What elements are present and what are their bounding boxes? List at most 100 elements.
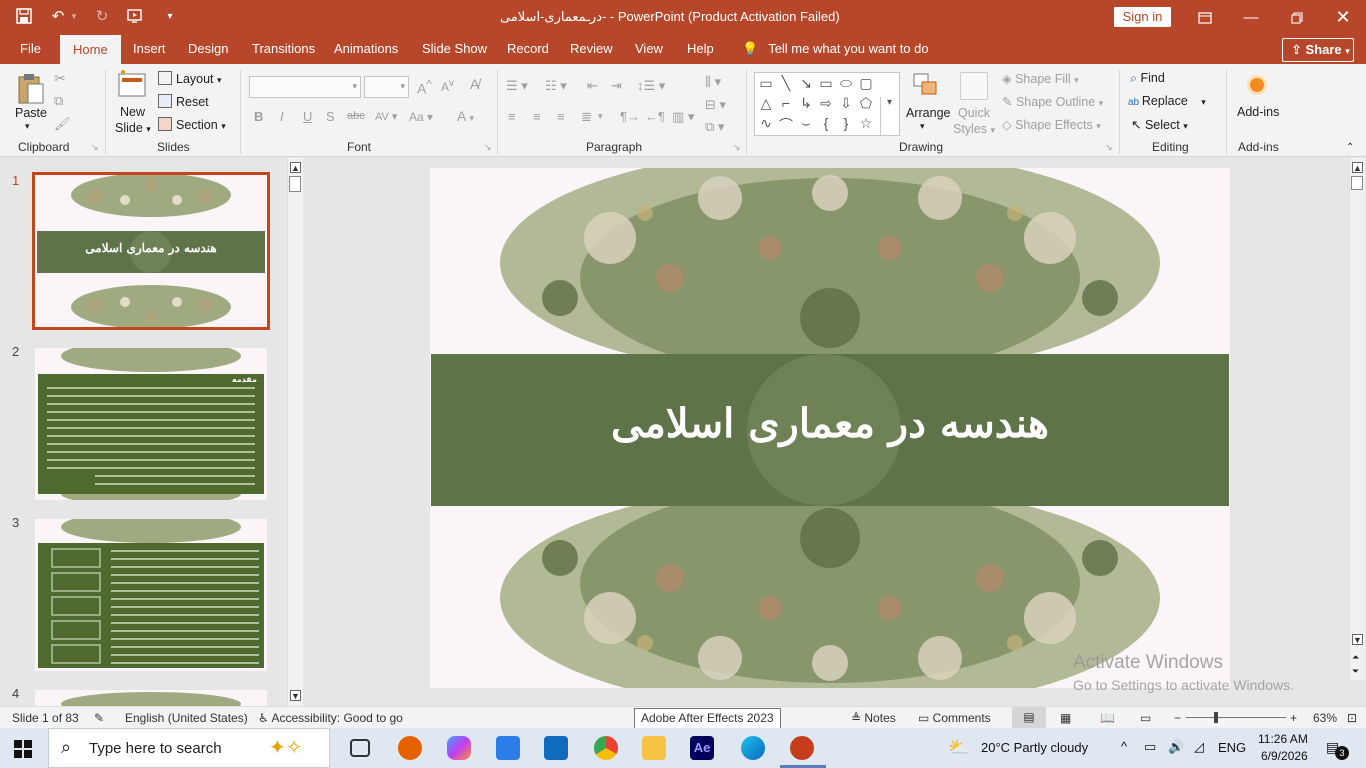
curve-shape-icon[interactable]: ⌣	[797, 115, 815, 132]
slide-show-view-icon[interactable]: ▭	[1140, 711, 1151, 725]
tab-slide-show[interactable]: Slide Show	[422, 41, 487, 56]
scroll-down-arrow-icon[interactable]: ▼	[1352, 634, 1363, 645]
powerpoint-icon[interactable]	[790, 736, 814, 760]
accessibility-status[interactable]: ♿ Accessibility: Good to go	[258, 711, 403, 725]
chrome-icon[interactable]	[594, 736, 618, 760]
battery-icon[interactable]: ▭	[1144, 739, 1156, 755]
slide-thumbnail-3[interactable]	[35, 519, 267, 671]
customize-qat-icon[interactable]: ▾	[160, 6, 180, 26]
arrow-line-shape-icon[interactable]: ↘	[797, 75, 815, 92]
justify-icon[interactable]: ≣	[581, 109, 592, 125]
tab-file[interactable]: File	[20, 41, 41, 56]
right-arrow-shape-icon[interactable]: ⇨	[817, 95, 835, 112]
font-size-combo[interactable]: ▾	[364, 76, 409, 98]
clock-time[interactable]: 11:26 AM	[1258, 732, 1308, 746]
slide-sorter-icon[interactable]: ▦	[1060, 711, 1071, 725]
text-direction-icon[interactable]: ⫼ ▾	[705, 74, 721, 90]
scroll-down-arrow-icon[interactable]: ▼	[290, 690, 301, 701]
rtl-icon[interactable]: ←¶	[645, 109, 665, 124]
reset-button[interactable]: Reset	[158, 94, 209, 109]
line-spacing-icon[interactable]: ↕☰ ▾	[637, 78, 665, 94]
task-view-icon[interactable]	[350, 739, 370, 757]
share-button[interactable]: ⇪ Share ▾	[1282, 38, 1354, 62]
zoom-out-icon[interactable]: −	[1174, 711, 1181, 725]
close-icon[interactable]: ✕	[1320, 0, 1366, 35]
textbox-shape-icon[interactable]: ▭	[757, 75, 775, 92]
current-slide[interactable]: هندسه در معماری اسلامی	[430, 168, 1230, 688]
spelling-icon[interactable]: ✎	[94, 711, 104, 725]
bullets-icon[interactable]: ☰ ▾	[506, 78, 528, 94]
firefox-icon[interactable]	[398, 736, 422, 760]
freeform-shape-icon[interactable]: ⬠	[857, 95, 875, 112]
tab-help[interactable]: Help	[687, 41, 714, 56]
tab-record[interactable]: Record	[507, 41, 549, 56]
input-language[interactable]: ENG	[1218, 740, 1246, 755]
add-ins-icon[interactable]	[1250, 78, 1264, 92]
scroll-up-arrow-icon[interactable]: ▲	[290, 162, 301, 173]
line-shape-icon[interactable]: ╲	[777, 75, 795, 92]
strikethrough-icon[interactable]: abc	[347, 110, 365, 122]
language-status[interactable]: English (United States)	[125, 711, 248, 725]
paste-icon[interactable]	[17, 72, 44, 104]
edge-icon[interactable]	[741, 736, 765, 760]
comments-button[interactable]: ▭ Comments	[918, 711, 991, 725]
grow-font-icon[interactable]: A^	[417, 78, 432, 97]
quick-styles-label-1[interactable]: Quick	[958, 106, 990, 120]
slides-pane-scrollbar[interactable]: ▲ ▼	[287, 158, 303, 706]
notes-button[interactable]: ≜ Notes	[851, 711, 896, 725]
slide-thumbnail-4[interactable]	[35, 690, 267, 706]
tell-me-search[interactable]: 💡 Tell me what you want to do	[742, 41, 929, 57]
elbow-connector-icon[interactable]: ⌐	[777, 95, 795, 111]
justify-dropdown-icon[interactable]: ▾	[598, 111, 603, 122]
arrange-dropdown-icon[interactable]: ▾	[920, 121, 925, 132]
tab-view[interactable]: View	[635, 41, 663, 56]
clock-date[interactable]: 6/9/2026	[1261, 749, 1308, 763]
previous-slide-icon[interactable]: ⏶	[1352, 652, 1359, 663]
file-explorer-icon[interactable]	[642, 736, 666, 760]
paragraph-launcher-icon[interactable]: ↘	[733, 142, 741, 153]
scroll-thumb[interactable]	[1351, 176, 1363, 190]
arc-shape-icon[interactable]: ⌒	[777, 115, 795, 135]
restore-icon[interactable]	[1274, 0, 1320, 35]
editor-scrollbar[interactable]: ▲ ▼ ⏶ ⏷	[1349, 158, 1365, 680]
add-ins-button[interactable]: Add-ins	[1237, 105, 1279, 119]
text-shadow-icon[interactable]: S	[326, 109, 335, 124]
collapse-ribbon-icon[interactable]: ⌃	[1346, 142, 1354, 153]
align-right-icon[interactable]: ≡	[557, 109, 565, 124]
tab-insert[interactable]: Insert	[133, 41, 166, 56]
windows-start-icon[interactable]	[14, 740, 32, 761]
shape-outline-button[interactable]: ✎ Shape Outline ▾	[1002, 94, 1103, 109]
font-name-combo[interactable]: ▾	[249, 76, 361, 98]
weather-icon[interactable]: ⛅	[948, 738, 969, 758]
tab-design[interactable]: Design	[188, 41, 228, 56]
paste-dropdown-icon[interactable]: ▾	[25, 121, 30, 132]
undo-dropdown-icon[interactable]: ▾	[70, 6, 78, 26]
fit-to-window-icon[interactable]: ⊡	[1347, 711, 1357, 725]
find-button[interactable]: ⌕ Find	[1130, 71, 1165, 86]
replace-button[interactable]: ab Replace ▾	[1128, 94, 1206, 108]
network-icon[interactable]: ◿	[1194, 739, 1204, 755]
font-launcher-icon[interactable]: ↘	[484, 142, 492, 153]
shapes-gallery[interactable]: ▭ ╲ ↘ ▭ ⬭ ▢ △ ⌐ ↳ ⇨ ⇩ ⬠ ∿ ⌒ ⌣ { } ☆ ▾	[754, 72, 900, 136]
select-button[interactable]: ↖ Select ▾	[1131, 117, 1188, 132]
show-hidden-icons-icon[interactable]: ^	[1121, 739, 1127, 754]
arrange-icon[interactable]	[912, 72, 940, 100]
cut-icon[interactable]: ✂	[54, 70, 66, 87]
right-brace-icon[interactable]: }	[837, 115, 855, 131]
outlook-icon[interactable]	[544, 736, 568, 760]
rounded-rect-shape-icon[interactable]: ▢	[857, 75, 875, 92]
arrange-button[interactable]: Arrange	[906, 106, 950, 120]
align-text-icon[interactable]: ⊟ ▾	[705, 97, 726, 113]
shrink-font-icon[interactable]: Av	[441, 78, 454, 94]
slide-thumbnail-2[interactable]: مقدمه	[35, 348, 267, 500]
ribbon-display-options-icon[interactable]	[1182, 0, 1228, 35]
start-from-beginning-icon[interactable]	[126, 6, 146, 26]
triangle-shape-icon[interactable]: △	[757, 95, 775, 112]
taskbar-search-box[interactable]: ⌕ Type here to search ✦✧	[48, 728, 330, 768]
increase-indent-icon[interactable]: ⇥	[611, 78, 622, 94]
italic-icon[interactable]: I	[280, 109, 284, 124]
clear-formatting-icon[interactable]: A̸	[470, 76, 479, 92]
star-shape-icon[interactable]: ☆	[857, 115, 875, 132]
slide-title[interactable]: هندسه در معماری اسلامی	[430, 400, 1230, 447]
volume-icon[interactable]: 🔊	[1168, 739, 1184, 755]
